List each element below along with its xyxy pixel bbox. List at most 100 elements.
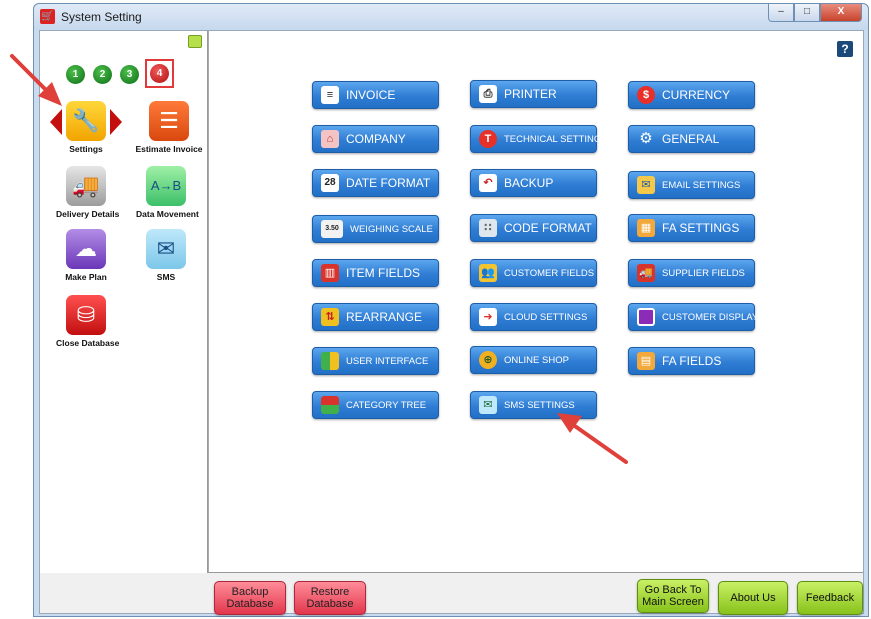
fa-fields-button[interactable]: ▤ FA FIELDS — [628, 347, 755, 375]
email-settings-button[interactable]: ✉ EMAIL SETTINGS — [628, 171, 755, 199]
printer-icon: ⎙ — [479, 85, 497, 103]
tile-data-movement[interactable]: A→B Data Movement — [136, 166, 199, 219]
cloud-icon: ☁ — [66, 229, 106, 269]
backup-button[interactable]: ↶ BACKUP — [470, 169, 597, 197]
button-label: CATEGORY TREE — [346, 399, 427, 411]
restore-database-button[interactable]: Restore Database — [294, 581, 366, 615]
company-icon: ⌂ — [321, 130, 339, 148]
customer-display-button[interactable]: CUSTOMER DISPLAY — [628, 303, 759, 331]
button-label: EMAIL SETTINGS — [662, 179, 741, 191]
weighing-scale-icon: 3.50 — [321, 220, 343, 238]
data-movement-icon: A→B — [146, 166, 186, 206]
button-label: GENERAL — [662, 132, 720, 146]
tile-settings[interactable]: 🔧 Settings — [56, 101, 116, 154]
rearrange-button[interactable]: ⇅ REARRANGE — [312, 303, 439, 331]
cloud-settings-icon: ➜ — [479, 308, 497, 326]
date-format-button[interactable]: 28 DATE FORMAT — [312, 169, 439, 197]
online-shop-button[interactable]: ⊕ ONLINE SHOP — [470, 346, 597, 374]
sms-icon: ✉ — [146, 229, 186, 269]
fa-fields-icon: ▤ — [637, 352, 655, 370]
technical-settings-icon: T — [479, 130, 497, 148]
printer-button[interactable]: ⎙ PRINTER — [470, 80, 597, 108]
supplier-fields-button[interactable]: 🚚 SUPPLIER FIELDS — [628, 259, 755, 287]
tile-label: Settings — [69, 144, 103, 154]
button-label: ONLINE SHOP — [504, 354, 569, 366]
about-us-button[interactable]: About Us — [718, 581, 788, 615]
settings-panel: ? ≡ INVOICE ⎙ PRINTER $ CURRENCY ⌂ COMPA… — [208, 31, 863, 573]
button-label: BACKUP — [504, 176, 554, 190]
customer-fields-button[interactable]: 👥 CUSTOMER FIELDS — [470, 259, 597, 287]
tile-delivery-details[interactable]: 🚚 Delivery Details — [56, 166, 120, 219]
sms-settings-button[interactable]: ✉ SMS SETTINGS — [470, 391, 597, 419]
button-label: CUSTOMER DISPLAY — [662, 311, 759, 323]
currency-button[interactable]: $ CURRENCY — [628, 81, 755, 109]
tile-sms[interactable]: ✉ SMS — [136, 229, 196, 282]
sms-settings-icon: ✉ — [479, 396, 497, 414]
weighing-scale-button[interactable]: 3.50 WEIGHING SCALE — [312, 215, 439, 243]
button-label: WEIGHING SCALE — [350, 223, 433, 235]
tile-label: Make Plan — [65, 272, 107, 282]
feedback-button[interactable]: Feedback — [797, 581, 863, 615]
technical-settings-button[interactable]: T TECHNICAL SETTINGS — [470, 125, 608, 153]
user-interface-button[interactable]: USER INTERFACE — [312, 347, 439, 375]
button-label: CURRENCY — [662, 88, 731, 102]
user-interface-icon — [321, 352, 339, 370]
page-3-button[interactable]: 3 — [120, 65, 139, 84]
item-fields-button[interactable]: ▥ ITEM FIELDS — [312, 259, 439, 287]
window-pin-icon[interactable] — [188, 35, 202, 48]
close-button[interactable]: X — [820, 4, 862, 22]
supplier-fields-icon: 🚚 — [637, 264, 655, 282]
tile-close-database[interactable]: ⛁ Close Database — [56, 295, 120, 348]
page-2-button[interactable]: 2 — [93, 65, 112, 84]
button-label: CUSTOMER FIELDS — [504, 267, 595, 279]
company-button[interactable]: ⌂ COMPANY — [312, 125, 439, 153]
go-back-main-screen-button[interactable]: Go Back To Main Screen — [637, 579, 709, 613]
invoice-icon: ≡ — [321, 86, 339, 104]
client-area: 1 2 3 4 🔧 Settings ☰ Estimate Invoice 🚚 … — [39, 30, 864, 615]
email-icon: ✉ — [637, 176, 655, 194]
page-4-button[interactable]: 4 — [150, 64, 169, 83]
tile-estimate-invoice[interactable]: ☰ Estimate Invoice — [133, 101, 205, 154]
help-icon[interactable]: ? — [837, 41, 853, 57]
button-label: DATE FORMAT — [346, 176, 431, 190]
button-label: FA FIELDS — [662, 354, 722, 368]
category-tree-icon — [321, 396, 339, 414]
maximize-button[interactable]: □ — [794, 4, 820, 22]
button-label: FA SETTINGS — [662, 221, 740, 235]
tile-label: Close Database — [56, 338, 120, 348]
gear-icon: ⚙ — [639, 130, 653, 147]
button-label: TECHNICAL SETTINGS — [504, 133, 608, 145]
rearrange-icon: ⇅ — [321, 308, 339, 326]
window-controls: – □ X — [768, 4, 862, 22]
calendar-icon: 28 — [321, 174, 339, 192]
truck-icon: 🚚 — [66, 166, 106, 206]
button-label: CODE FORMAT — [504, 221, 592, 235]
button-label: INVOICE — [346, 88, 396, 102]
button-label: PRINTER — [504, 87, 557, 101]
general-button[interactable]: ⚙ GENERAL — [628, 125, 755, 153]
tools-icon: 🔧 — [66, 101, 106, 141]
button-label: USER INTERFACE — [346, 355, 429, 367]
title-bar: 🛒 System Setting – □ X — [34, 4, 868, 30]
category-tree-button[interactable]: CATEGORY TREE — [312, 391, 439, 419]
button-label: SUPPLIER FIELDS — [662, 267, 745, 279]
currency-icon: $ — [637, 86, 655, 104]
page-selector: 1 2 3 4 — [66, 59, 174, 88]
tile-make-plan[interactable]: ☁ Make Plan — [56, 229, 116, 282]
invoice-button[interactable]: ≡ INVOICE — [312, 81, 439, 109]
tile-label: Data Movement — [136, 209, 199, 219]
tile-label: Delivery Details — [56, 209, 120, 219]
code-format-button[interactable]: ∷ CODE FORMAT — [470, 214, 597, 242]
left-panel: 1 2 3 4 🔧 Settings ☰ Estimate Invoice 🚚 … — [40, 31, 208, 573]
customer-display-icon — [637, 308, 655, 326]
customer-fields-icon: 👥 — [479, 264, 497, 282]
window-title: System Setting — [61, 10, 142, 24]
cloud-settings-button[interactable]: ➜ CLOUD SETTINGS — [470, 303, 597, 331]
fa-settings-button[interactable]: ▦ FA SETTINGS — [628, 214, 755, 242]
backup-database-button[interactable]: Backup Database — [214, 581, 286, 615]
page-1-button[interactable]: 1 — [66, 65, 85, 84]
item-fields-icon: ▥ — [321, 264, 339, 282]
globe-icon: ⊕ — [479, 351, 497, 369]
minimize-button[interactable]: – — [768, 4, 794, 22]
database-icon: ⛁ — [66, 295, 106, 335]
